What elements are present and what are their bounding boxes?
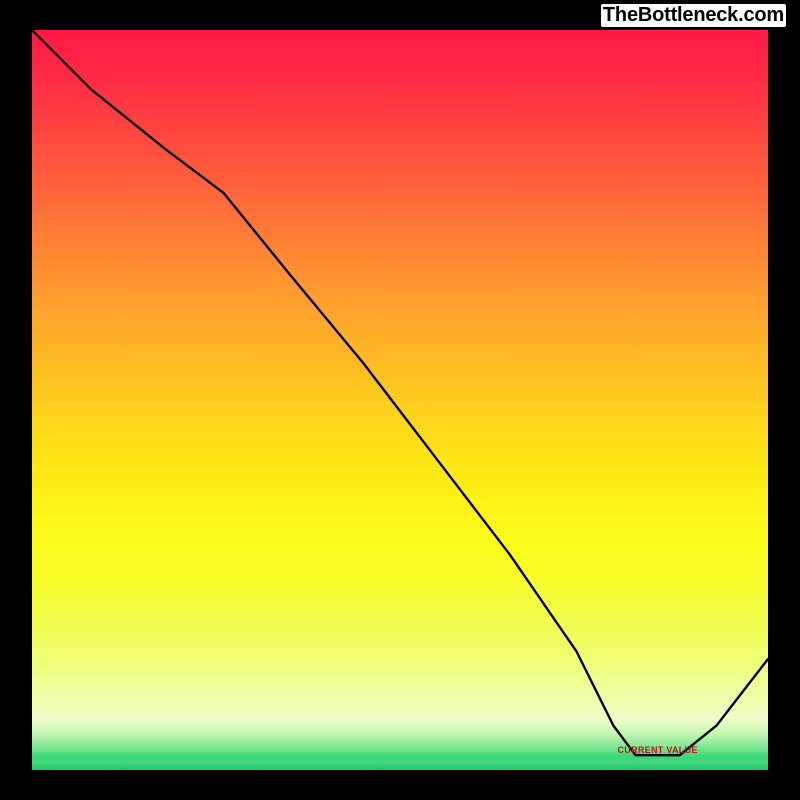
current-value-marker: CURRENT VALUE <box>617 745 697 755</box>
chart-stage: TheBottleneck.com CURRENT VALUE <box>0 0 800 800</box>
attribution-label: TheBottleneck.com <box>601 4 786 27</box>
plot-area <box>32 30 768 770</box>
